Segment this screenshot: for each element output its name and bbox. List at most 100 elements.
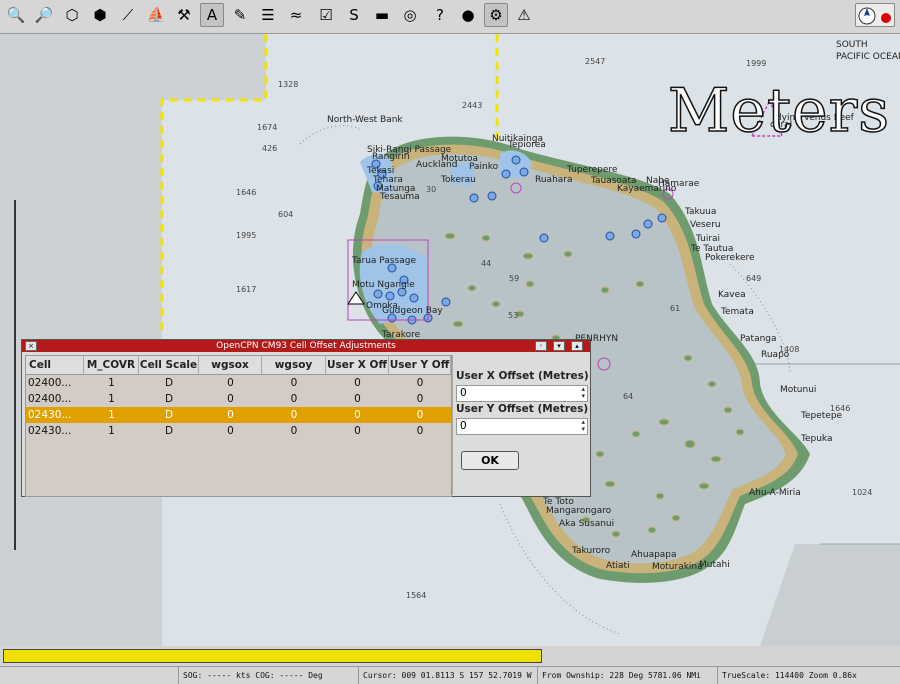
tide-icon[interactable]: ≈: [284, 3, 308, 27]
zoom-out-icon[interactable]: 🔎: [32, 3, 56, 27]
table-row[interactable]: 02430... 1 D 0 0 0 0: [26, 423, 451, 439]
table-cell-scale: D: [164, 409, 174, 421]
depth-sounding: 426: [262, 144, 278, 153]
y-offset-spinner[interactable]: 0 ▴ ▾: [456, 418, 588, 435]
column-cell-scale[interactable]: Cell Scale: [139, 356, 199, 374]
route-icon[interactable]: ⟋: [116, 3, 140, 27]
checklist-icon[interactable]: ☑: [314, 3, 338, 27]
table-cell-uy: 0: [416, 425, 424, 437]
table-cell-mcovr: 1: [108, 425, 115, 437]
status-bar: SOG: ----- kts COG: ----- Deg Cursor: 00…: [0, 666, 900, 684]
help-icon[interactable]: ?: [428, 3, 452, 27]
print-icon[interactable]: ▬: [370, 3, 394, 27]
table-row[interactable]: 02400... 1 D 0 0 0 0: [26, 391, 451, 407]
table-cell-uy: 0: [416, 377, 424, 389]
table-cell-cell: 02430...: [28, 409, 72, 421]
depth-sounding: 1646: [830, 404, 851, 413]
depth-sounding: 64: [623, 392, 634, 401]
track-icon[interactable]: S: [342, 3, 366, 27]
place-label: Mangarongaro: [546, 506, 612, 516]
table-cell-cell: 02430...: [28, 425, 72, 437]
ais-icon[interactable]: ⚠: [512, 3, 536, 27]
depth-sounding: 1674: [257, 123, 278, 132]
layers-icon[interactable]: ☰: [256, 3, 280, 27]
table-cell-uy: 0: [416, 409, 424, 421]
place-label: Tesauma: [380, 192, 420, 202]
place-label: Gudgeon Bay: [382, 306, 443, 316]
table-cell-ux: 0: [354, 393, 361, 405]
depth-sounding: 44: [481, 259, 492, 268]
depth-sounding: 1024: [852, 488, 873, 497]
column-user-y-off[interactable]: User Y Off: [389, 356, 451, 374]
place-label: Takuroro: [572, 546, 611, 556]
place-label: Tuirai: [696, 234, 721, 244]
place-label: Pokerekere: [705, 253, 755, 263]
cell-offset-dialog: OpenCPN CM93 Cell Offset Adjustments × ◦…: [21, 339, 591, 497]
place-label: Ruahara: [535, 175, 573, 185]
scale-readout: TrueScale: 114400 Zoom 0.86x: [717, 667, 900, 684]
place-label: Patanga: [740, 334, 777, 344]
place-label: Motu Ngangie: [352, 280, 415, 290]
table-cell-uy: 0: [416, 393, 424, 405]
depth-sounding: 1995: [236, 231, 257, 240]
table-row[interactable]: 02400... 1 D 0 0 0 0: [26, 375, 451, 391]
x-offset-value: 0: [460, 387, 467, 399]
measure-icon[interactable]: ⚒: [172, 3, 196, 27]
depth-sounding: 1564: [406, 591, 427, 600]
cell-table[interactable]: Cell M_COVR Cell Scale wgsox wgsoy User …: [25, 355, 452, 497]
table-cell-cell: 02400...: [28, 377, 72, 389]
column-wgsoy[interactable]: wgsoy: [262, 356, 326, 374]
place-label: SOUTH: [836, 40, 868, 50]
table-header: Cell M_COVR Cell Scale wgsox wgsoy User …: [26, 356, 451, 375]
column-wgsox[interactable]: wgsox: [199, 356, 262, 374]
y-offset-value: 0: [460, 420, 467, 432]
place-label: Motunui: [780, 385, 817, 395]
pencil-icon[interactable]: ✎: [228, 3, 252, 27]
place-label: Tuperepere: [567, 165, 618, 175]
column-cell[interactable]: Cell: [26, 356, 84, 374]
depth-sounding: 30: [426, 185, 437, 194]
globe-icon[interactable]: ●: [456, 3, 480, 27]
dialog-roll-button[interactable]: ◦: [535, 341, 547, 351]
place-label: Auckland: [416, 160, 458, 170]
table-row[interactable]: 02430... 1 D 0 0 0 0: [26, 407, 451, 423]
zoom-in-icon[interactable]: 🔍: [4, 3, 28, 27]
scale-out-icon[interactable]: ⬢: [88, 3, 112, 27]
place-label: Painko: [469, 162, 499, 172]
table-cell-mcovr: 1: [108, 393, 115, 405]
place-label: Moturakina: [652, 562, 703, 572]
column-mcovr[interactable]: M_COVR: [84, 356, 139, 374]
north-up-compass-icon[interactable]: [855, 3, 895, 27]
dialog-maximize-button[interactable]: ▴: [571, 341, 583, 351]
column-user-x-off[interactable]: User X Off: [326, 356, 389, 374]
scale-in-icon[interactable]: ⬡: [60, 3, 84, 27]
ship-icon[interactable]: ⛵: [144, 3, 168, 27]
table-cell-wgsox: 0: [227, 425, 234, 437]
ok-button[interactable]: OK: [461, 451, 519, 470]
place-label: Rangiriri: [372, 152, 410, 162]
depth-sounding: 59: [509, 274, 520, 283]
dialog-minimize-button[interactable]: ▾: [553, 341, 565, 351]
depth-sounding: 53: [508, 311, 519, 320]
x-offset-label: User X Offset (Metres): [456, 370, 589, 382]
table-cell-wgsoy: 0: [290, 377, 298, 389]
spinner-arrows-icon[interactable]: ▴ ▾: [581, 386, 585, 400]
depth-sounding: 1328: [278, 80, 299, 89]
place-label: Aka Susanui: [559, 519, 615, 529]
place-label: Mutahi: [699, 560, 730, 570]
place-label: Atiati: [606, 561, 630, 571]
place-label: Temata: [721, 307, 754, 317]
table-cell-ux: 0: [354, 409, 361, 421]
x-offset-spinner[interactable]: 0 ▴ ▾: [456, 385, 588, 402]
units-overlay: Meters: [667, 75, 891, 147]
text-icon[interactable]: A: [200, 3, 224, 27]
table-cell-wgsoy: 0: [290, 409, 298, 421]
spinner-arrows-icon[interactable]: ▴ ▾: [581, 419, 585, 433]
settings-icon[interactable]: ⚙: [484, 3, 508, 27]
dialog-close-button[interactable]: ×: [25, 341, 37, 351]
y-offset-label: User Y Offset (Metres): [456, 403, 589, 415]
depth-sounding: 1646: [236, 188, 257, 197]
table-cell-ux: 0: [354, 425, 361, 437]
lifebuoy-icon[interactable]: ◎: [398, 3, 422, 27]
depth-sounding: 649: [746, 274, 762, 283]
